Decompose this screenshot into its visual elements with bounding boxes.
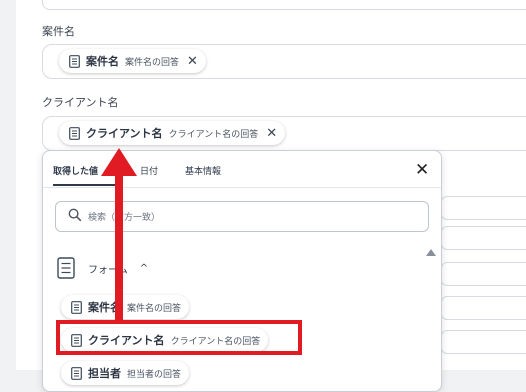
tab-acquired-values[interactable]: 取得した値 (53, 164, 98, 177)
annotation-arrow-head-icon (101, 148, 137, 176)
annotation-arrow-shaft (115, 170, 123, 320)
background-field (441, 330, 526, 354)
previous-field-input[interactable] (42, 0, 526, 10)
chevron-up-icon[interactable]: ^ (140, 263, 148, 274)
tab-date[interactable]: 日付 (140, 164, 158, 177)
search-input[interactable]: 検索（前方一致） (55, 201, 429, 232)
project-name-input[interactable]: 案件名 案件名の回答 ✕ (42, 44, 526, 79)
remove-icon[interactable]: ✕ (266, 126, 277, 141)
highlight-box (56, 320, 302, 355)
tab-basic-info[interactable]: 基本情報 (185, 164, 221, 177)
chip-description: 案件名の回答 (125, 57, 180, 68)
field-label-client-name: クライアント名 (42, 96, 119, 109)
background-field (441, 196, 526, 220)
active-tab-indicator (53, 184, 119, 186)
chip-name: 案件名 (86, 55, 119, 68)
option-description: 案件名の回答 (127, 303, 182, 314)
background-field (441, 226, 526, 250)
background-field (441, 296, 526, 320)
option-project-name[interactable]: 案件名 案件名の回答 (61, 295, 190, 319)
value-chip-client-name[interactable]: クライアント名 クライアント名の回答 ✕ (59, 121, 286, 145)
option-description: 担当者の回答 (127, 369, 182, 380)
option-name: 担当者 (88, 367, 121, 380)
field-label-project-name: 案件名 (42, 25, 75, 38)
option-assignee[interactable]: 担当者 担当者の回答 (61, 361, 190, 385)
scroll-up-arrow-icon[interactable] (426, 249, 436, 256)
document-icon (71, 300, 82, 314)
remove-icon[interactable]: ✕ (187, 54, 198, 69)
chip-description: クライアント名の回答 (168, 129, 259, 140)
document-icon (69, 54, 80, 68)
value-picker-popup: 取得した値 日付 基本情報 ✕ 検索（前方一致） フォーム ^ 案件名 案件名の… (42, 150, 442, 392)
document-icon (69, 126, 80, 140)
value-chip-project-name[interactable]: 案件名 案件名の回答 ✕ (59, 49, 206, 73)
search-icon (68, 208, 82, 222)
background-field (441, 262, 526, 286)
document-icon (71, 366, 82, 380)
close-icon[interactable]: ✕ (415, 160, 429, 180)
document-icon (57, 257, 75, 279)
client-name-input[interactable]: クライアント名 クライアント名の回答 ✕ (42, 116, 526, 151)
search-placeholder: 検索（前方一致） (88, 213, 161, 223)
chip-name: クライアント名 (86, 127, 163, 140)
section-header-form[interactable]: フォーム ^ (57, 257, 148, 280)
